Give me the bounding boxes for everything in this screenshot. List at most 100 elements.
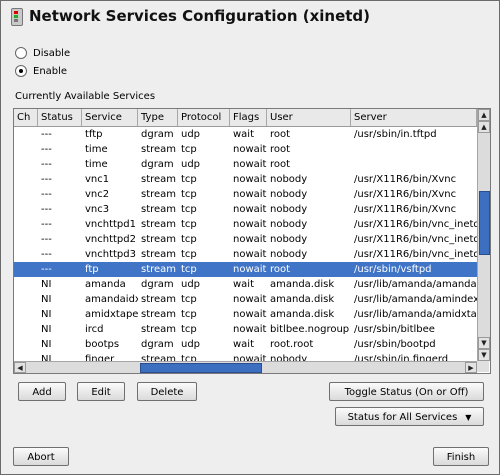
table-row[interactable]: --- vnchttpd3 stream tcp nowait nobody/usr/X1…: [14, 247, 477, 262]
cell-ch: [14, 352, 38, 361]
vertical-scroll-thumb[interactable]: [479, 191, 490, 255]
scroll-top-icon[interactable]: ▲: [478, 109, 490, 121]
vertical-scrollbar[interactable]: ▲ ▲ ▼ ▼: [477, 109, 490, 361]
cell-protocol: udp: [181, 339, 201, 350]
cell-type: stream: [141, 324, 177, 335]
cell-type: stream: [141, 354, 177, 361]
cell-service: tftp: [85, 129, 103, 140]
table-row[interactable]: --- tftp dgram udp wait root/usr/sbin/in.tftp…: [14, 127, 477, 142]
cell-server: /usr/X11R6/bin/vnc_inetd: [354, 234, 477, 245]
header-protocol[interactable]: Protocol: [178, 109, 230, 126]
cell-type: stream: [141, 234, 177, 245]
cell-type: dgram: [141, 159, 174, 170]
cell-server: /usr/X11R6/bin/Xvnc: [354, 204, 457, 215]
cell-user: root: [270, 144, 291, 155]
header-flags[interactable]: Flags: [230, 109, 267, 126]
cell-ch: [14, 202, 38, 217]
edit-button[interactable]: Edit: [77, 382, 125, 401]
table-row[interactable]: NI finger stream tcp nowait nobody/usr/sbin/i…: [14, 352, 477, 361]
enable-radio[interactable]: [15, 65, 27, 77]
status-all-services-button[interactable]: Status for All Services ▼: [335, 407, 484, 426]
cell-service: ftp: [85, 264, 99, 275]
cell-flags: nowait: [233, 309, 267, 320]
scroll-bottom-icon[interactable]: ▼: [478, 349, 490, 361]
cell-flags: nowait: [233, 159, 267, 170]
cell-service: vnchttpd3: [85, 249, 136, 260]
table-row[interactable]: NI ircd stream tcp nowait bitlbee.nogroup/usr…: [14, 322, 477, 337]
cell-service: time: [85, 159, 108, 170]
table-row[interactable]: --- vnc2 stream tcp nowait nobody/usr/X11R6/b…: [14, 187, 477, 202]
scroll-down-icon[interactable]: ▼: [478, 337, 490, 349]
table-row[interactable]: --- vnc1 stream tcp nowait nobody/usr/X11R6/b…: [14, 172, 477, 187]
enable-radio-option[interactable]: Enable: [15, 65, 67, 77]
cell-server: /usr/lib/amanda/amidxtaped: [354, 309, 477, 320]
cell-ch: [14, 292, 38, 307]
scroll-right-icon[interactable]: ▶: [465, 362, 477, 373]
table-row[interactable]: NI amandaidx stream tcp nowait amanda.disk/us…: [14, 292, 477, 307]
cell-status: NI: [41, 309, 52, 320]
cell-protocol: tcp: [181, 354, 197, 361]
cell-protocol: tcp: [181, 189, 197, 200]
cell-flags: nowait: [233, 174, 267, 185]
finish-button[interactable]: Finish: [433, 447, 489, 466]
header-type[interactable]: Type: [138, 109, 178, 126]
cell-service: finger: [85, 354, 115, 361]
cell-flags: wait: [233, 129, 255, 140]
disable-radio-option[interactable]: Disable: [15, 47, 70, 59]
cell-service: vnc2: [85, 189, 110, 200]
cell-ch: [14, 142, 38, 157]
cell-ch: [14, 127, 38, 142]
cell-server: /usr/lib/amanda/amandad: [354, 279, 477, 290]
cell-service: vnc1: [85, 174, 110, 185]
cell-user: nobody: [270, 234, 308, 245]
cell-server: /usr/lib/amanda/amindexd: [354, 294, 477, 305]
table-row[interactable]: --- vnchttpd1 stream tcp nowait nobody/usr/X1…: [14, 217, 477, 232]
toggle-status-button[interactable]: Toggle Status (On or Off): [329, 382, 484, 401]
cell-ch: [14, 232, 38, 247]
header-ch[interactable]: Ch: [14, 109, 38, 126]
cell-service: vnc3: [85, 204, 110, 215]
enable-label: Enable: [33, 65, 68, 77]
table-row[interactable]: --- time stream tcp nowait root: [14, 142, 477, 157]
header-user[interactable]: User: [267, 109, 351, 126]
cell-protocol: tcp: [181, 294, 197, 305]
cell-flags: wait: [233, 339, 255, 350]
scroll-corner: [477, 361, 489, 372]
cell-type: stream: [141, 189, 177, 200]
scroll-up-icon[interactable]: ▲: [478, 121, 490, 133]
header-status[interactable]: Status: [38, 109, 82, 126]
cell-server: /usr/sbin/vsftpd: [354, 264, 432, 275]
cell-type: stream: [141, 249, 177, 260]
header-server[interactable]: Server: [351, 109, 477, 126]
cell-ch: [14, 247, 38, 262]
disable-radio[interactable]: [15, 47, 27, 59]
horizontal-scrollbar[interactable]: ◀ ▶: [14, 361, 477, 373]
table-row[interactable]: --- vnc3 stream tcp nowait nobody/usr/X11R6/b…: [14, 202, 477, 217]
delete-button[interactable]: Delete: [137, 382, 197, 401]
table-row[interactable]: NI amanda dgram udp wait amanda.disk/usr/lib/…: [14, 277, 477, 292]
abort-button[interactable]: Abort: [13, 447, 69, 466]
cell-ch: [14, 262, 38, 277]
cell-status: ---: [41, 174, 52, 185]
table-row[interactable]: NI bootps dgram udp wait root.root/usr/sbin/b…: [14, 337, 477, 352]
scroll-left-icon[interactable]: ◀: [14, 362, 26, 373]
cell-flags: nowait: [233, 354, 267, 361]
cell-type: stream: [141, 144, 177, 155]
cell-user: amanda.disk: [270, 309, 335, 320]
table-row[interactable]: --- vnchttpd2 stream tcp nowait nobody/usr/X1…: [14, 232, 477, 247]
cell-user: root: [270, 264, 291, 275]
horizontal-scroll-thumb[interactable]: [140, 363, 262, 373]
cell-status: ---: [41, 219, 52, 230]
table-header: Ch Status Service Type Protocol Flags Us…: [14, 109, 477, 127]
cell-type: stream: [141, 264, 177, 275]
cell-flags: nowait: [233, 264, 267, 275]
add-button[interactable]: Add: [18, 382, 66, 401]
cell-server: /usr/sbin/in.fingerd: [354, 354, 449, 361]
cell-ch: [14, 172, 38, 187]
table-row[interactable]: --- time dgram udp nowait root: [14, 157, 477, 172]
cell-type: dgram: [141, 279, 174, 290]
table-row[interactable]: NI amidxtape stream tcp nowait amanda.disk/us…: [14, 307, 477, 322]
header-service[interactable]: Service: [82, 109, 138, 126]
cell-protocol: udp: [181, 129, 201, 140]
table-row[interactable]: --- ftp stream tcp nowait root/usr/sbin/vsftp…: [14, 262, 477, 277]
